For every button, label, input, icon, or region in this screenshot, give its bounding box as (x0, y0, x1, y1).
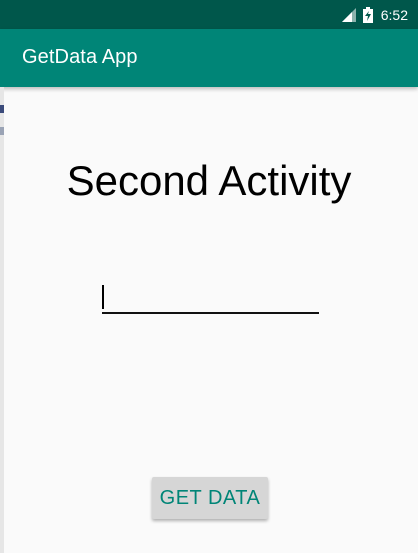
status-icons: 6:52 (341, 0, 408, 29)
page-title: Second Activity (66, 157, 352, 204)
battery-charging-icon (362, 6, 373, 23)
status-time: 6:52 (380, 6, 408, 23)
status-bar: 6:52 (0, 0, 418, 29)
app-title: GetData App (22, 46, 138, 68)
edge-mark (0, 105, 4, 113)
get-data-button[interactable]: GET DATA (152, 477, 268, 519)
edge-mark (0, 127, 4, 135)
android-screen: 6:52 GetData App Second Activity GET DAT… (0, 0, 418, 553)
text-cursor (102, 285, 104, 309)
data-input-field[interactable] (102, 280, 319, 314)
app-bar: GetData App (0, 29, 418, 87)
signal-icon (341, 7, 356, 22)
